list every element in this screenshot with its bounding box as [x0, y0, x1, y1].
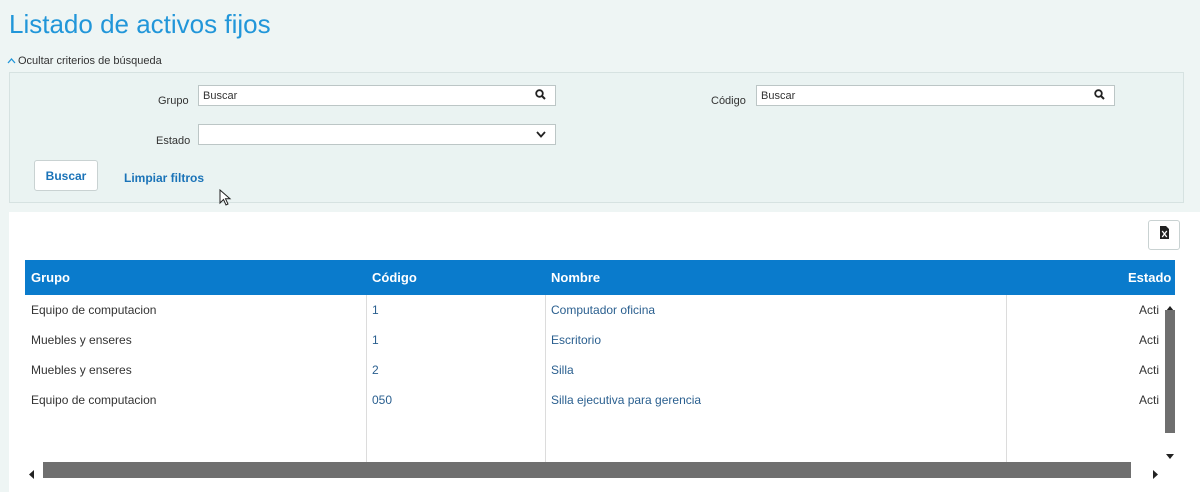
cell-codigo: 1 — [372, 333, 379, 347]
toggle-label: Ocultar criterios de búsqueda — [18, 55, 162, 67]
table-row[interactable]: Muebles y enseres 1 Escritorio Activ — [25, 325, 1175, 355]
vertical-scroll-thumb[interactable] — [1165, 310, 1175, 433]
grupo-placeholder: Buscar — [203, 89, 238, 102]
cell-nombre: Escritorio — [551, 333, 602, 347]
mouse-cursor-icon — [219, 188, 233, 212]
table-row[interactable]: Equipo de computacion 050 Silla ejecutiv… — [25, 385, 1175, 415]
estado-label: Estado — [156, 135, 191, 147]
chevron-up-icon — [7, 55, 16, 67]
horizontal-scroll-thumb[interactable] — [43, 462, 1131, 478]
toggle-search-criteria[interactable]: Ocultar criterios de búsqueda — [7, 55, 162, 67]
cell-grupo: Equipo de computacion — [31, 303, 157, 317]
cell-nombre: Computador oficina — [551, 303, 656, 317]
scroll-right-arrow-icon[interactable] — [1153, 466, 1159, 484]
codigo-search-input[interactable]: Buscar — [756, 85, 1115, 106]
grupo-search-input[interactable]: Buscar — [198, 85, 556, 106]
column-header-nombre[interactable]: Nombre — [551, 260, 600, 295]
cell-nombre: Silla — [551, 363, 574, 377]
search-criteria-panel: Grupo Buscar Código Buscar Estado Buscar… — [9, 72, 1184, 206]
table-row[interactable]: Muebles y enseres 2 Silla Activ — [25, 355, 1175, 385]
export-excel-button[interactable] — [1148, 220, 1180, 250]
cell-codigo: 1 — [372, 303, 379, 317]
column-header-grupo[interactable]: Grupo — [31, 260, 70, 295]
cell-codigo: 050 — [372, 393, 393, 407]
search-icon[interactable] — [535, 89, 546, 103]
grupo-label: Grupo — [158, 95, 189, 107]
cell-codigo: 2 — [372, 363, 379, 377]
cell-grupo: Muebles y enseres — [31, 333, 132, 347]
vertical-scrollbar[interactable] — [1159, 295, 1175, 462]
column-header-codigo[interactable]: Código — [372, 260, 417, 295]
chevron-down-icon[interactable] — [536, 129, 546, 141]
assets-table: Grupo Código Nombre Estado Equipo de com… — [25, 260, 1175, 473]
table-header: Grupo Código Nombre Estado — [25, 260, 1175, 295]
results-panel: Grupo Código Nombre Estado Equipo de com… — [9, 212, 1200, 492]
excel-export-icon — [1159, 226, 1170, 244]
scroll-left-arrow-icon[interactable] — [29, 466, 35, 484]
column-header-estado[interactable]: Estado — [1128, 260, 1171, 295]
search-icon[interactable] — [1094, 89, 1105, 103]
cell-grupo: Muebles y enseres — [31, 363, 132, 377]
codigo-placeholder: Buscar — [761, 89, 796, 102]
estado-select[interactable] — [198, 124, 556, 145]
cell-nombre: Silla ejecutiva para gerencia — [551, 393, 702, 407]
codigo-label: Código — [711, 95, 746, 107]
page-title: Listado de activos fijos — [9, 9, 271, 39]
horizontal-scrollbar[interactable] — [25, 462, 1175, 479]
limpiar-filtros-link[interactable]: Limpiar filtros — [124, 171, 204, 185]
cell-grupo: Equipo de computacion — [31, 393, 157, 407]
buscar-button[interactable]: Buscar — [34, 160, 98, 191]
table-row[interactable]: Equipo de computacion 1 Computador ofici… — [25, 295, 1175, 325]
